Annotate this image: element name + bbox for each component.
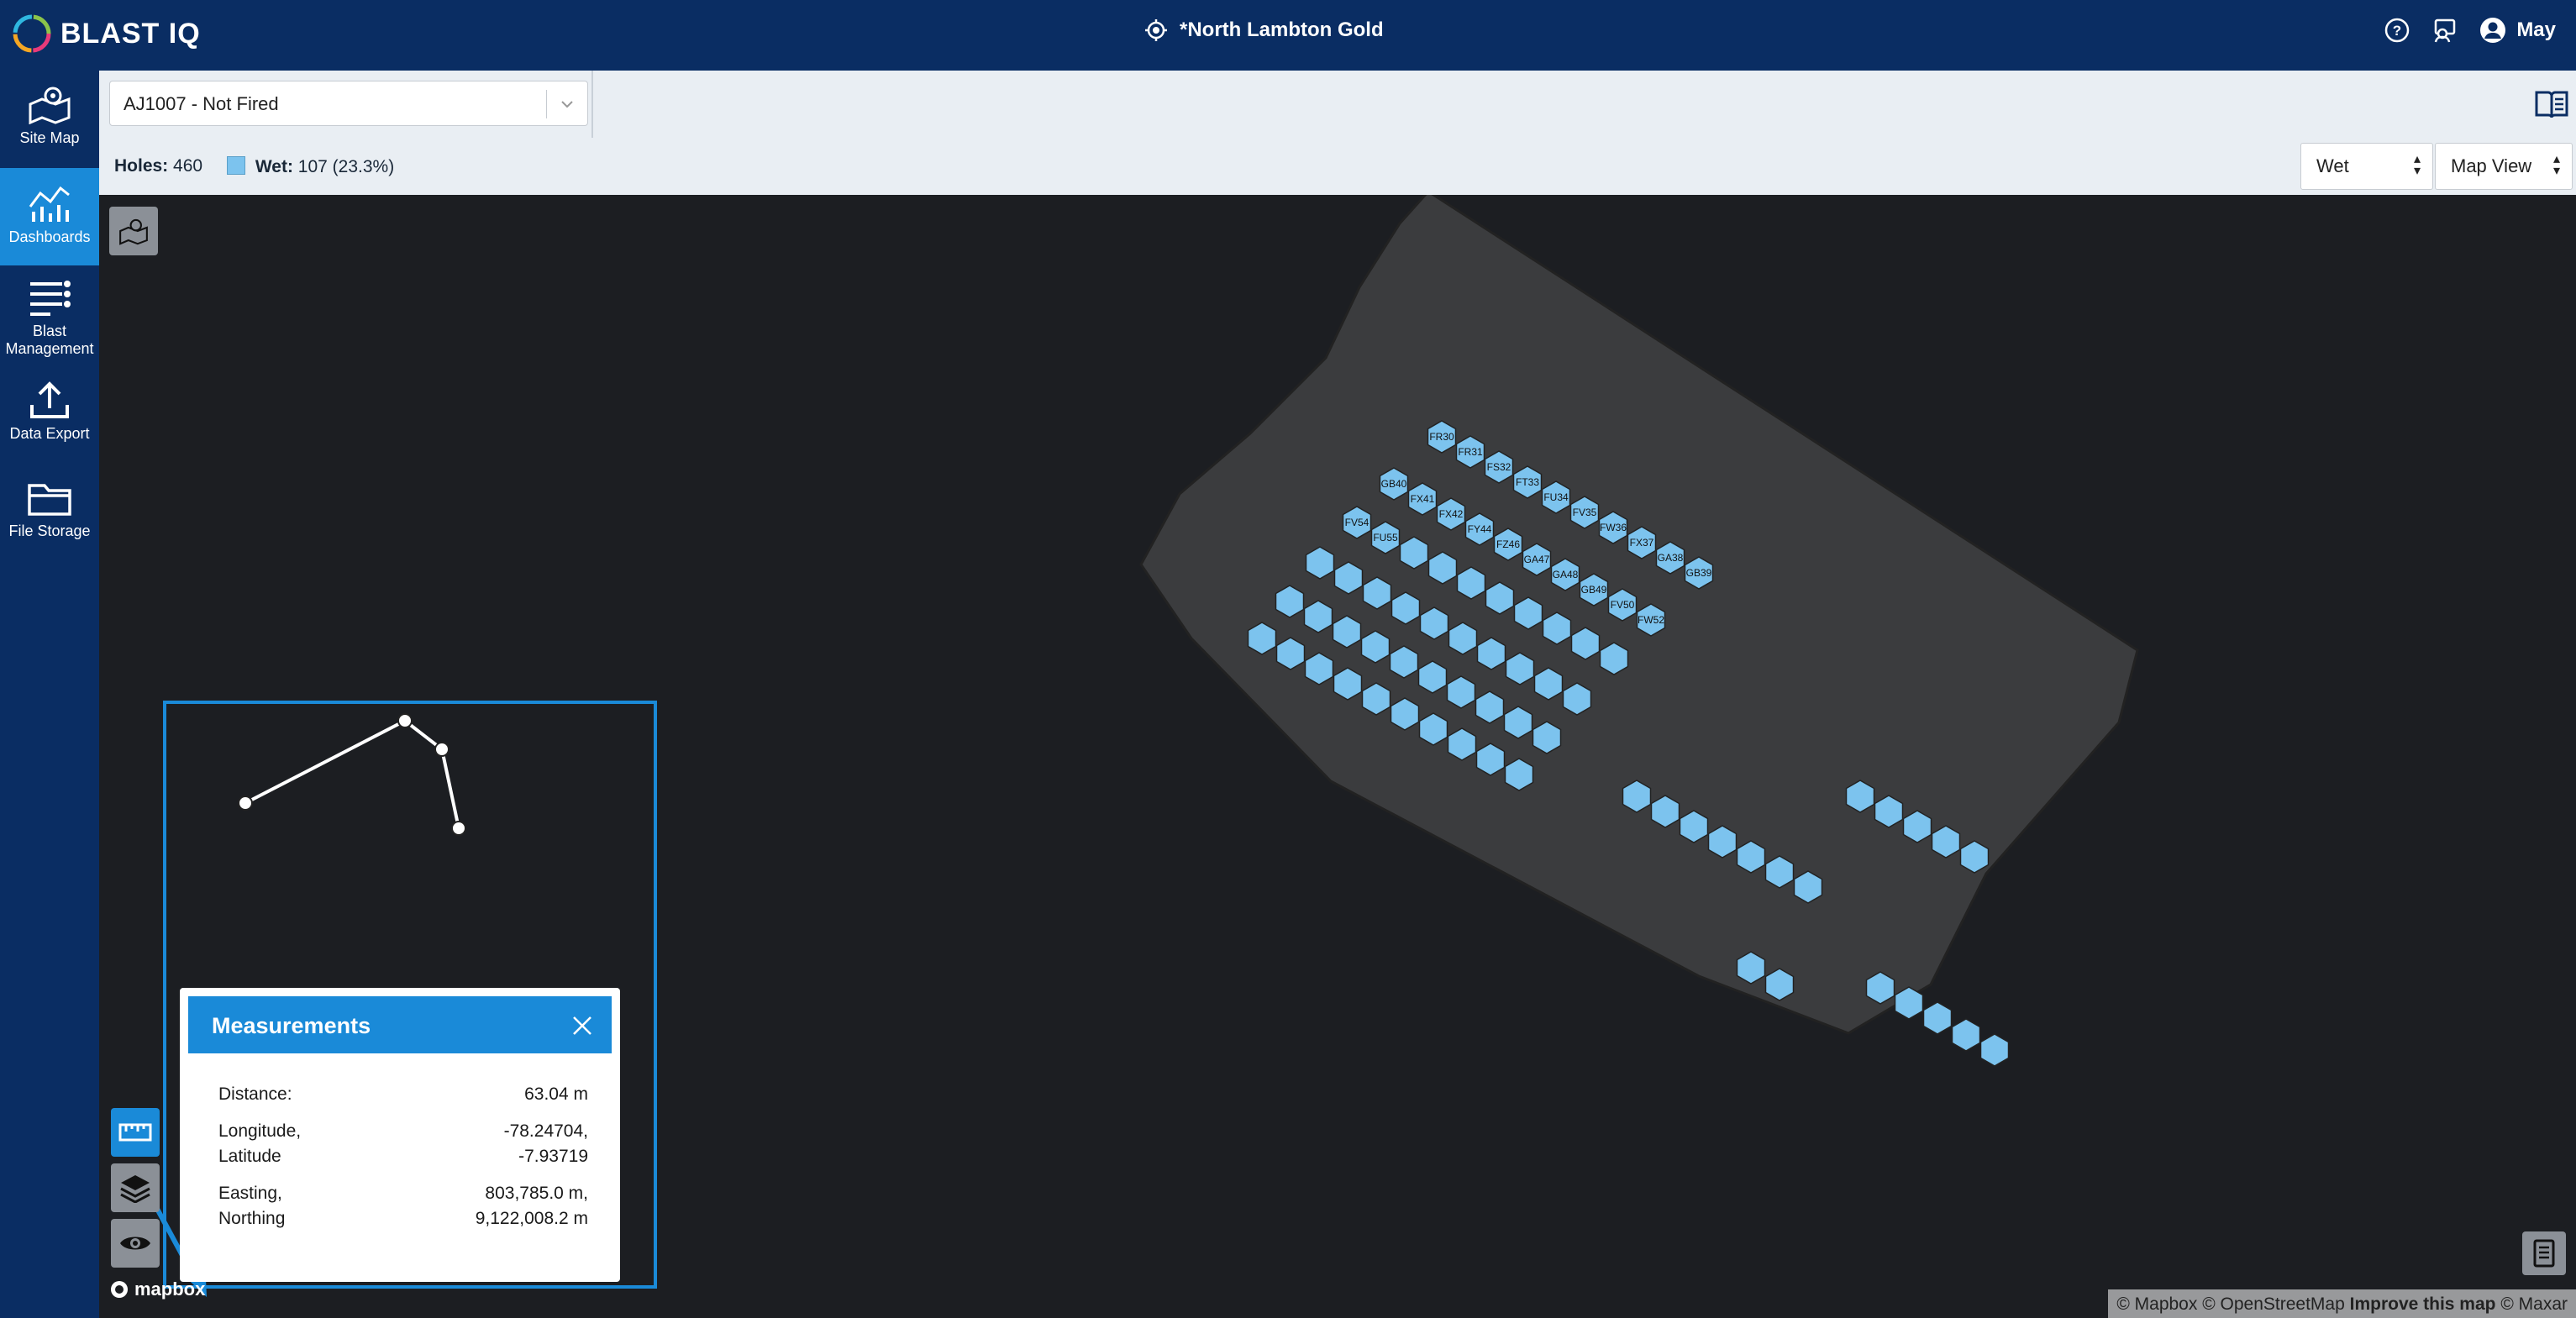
hole-label: FX41 xyxy=(1411,493,1435,505)
sidebar-item-data-export[interactable]: Data Export xyxy=(0,366,99,464)
toolbar-divider xyxy=(591,71,593,138)
site-map-icon xyxy=(119,218,148,245)
hole-label: GA48 xyxy=(1553,569,1579,580)
measurements-header: Measurements xyxy=(188,996,612,1053)
hole-label: FY44 xyxy=(1468,523,1492,535)
measure-point xyxy=(397,713,413,728)
measurements-title: Measurements xyxy=(212,1013,371,1038)
distance-row: Distance: 63.04 m xyxy=(218,1084,588,1104)
lonlat-row: Longitude, Latitude -78.24704, -7.93719 xyxy=(218,1121,588,1166)
sidebar-item-site-map[interactable]: Site Map xyxy=(0,71,99,168)
chevron-down-icon[interactable] xyxy=(559,96,576,113)
open-book-icon[interactable] xyxy=(2534,87,2569,121)
hole-label: GB40 xyxy=(1381,478,1407,490)
hole-label: FT33 xyxy=(1516,476,1539,488)
attribute-select[interactable]: Wet ▴ ▾ xyxy=(2300,143,2433,190)
hole-label: FV54 xyxy=(1345,517,1369,528)
hole-label: FS32 xyxy=(1487,461,1511,473)
wet-hole[interactable] xyxy=(1951,1018,1981,1052)
measure-tool-button[interactable] xyxy=(111,1108,160,1157)
hole-label: GA38 xyxy=(1658,552,1684,564)
site-title[interactable]: *North Lambton Gold xyxy=(1144,18,1384,42)
hole-label: FR31 xyxy=(1458,446,1483,458)
blast-select-value: AJ1007 - Not Fired xyxy=(124,93,279,114)
map-canvas[interactable]: FR30 FR31 FS32 FT33 FU34 FV35 FW36 FX37 GA38 GB39… xyxy=(99,195,2576,1318)
user-name: May xyxy=(2516,18,2556,41)
hole-label: FW52 xyxy=(1638,614,1664,626)
sidebar-item-blast-management[interactable]: Blast Management xyxy=(0,265,99,366)
visibility-button[interactable] xyxy=(111,1219,160,1268)
select-divider xyxy=(546,90,547,118)
blast-select[interactable]: AJ1007 - Not Fired xyxy=(109,81,588,126)
wet-count: Wet: 107 (23.3%) xyxy=(227,156,394,177)
hole-label: FU34 xyxy=(1543,491,1569,503)
hole-label: FX42 xyxy=(1439,508,1464,520)
select-arrows-icon: ▴ ▾ xyxy=(2413,152,2421,178)
sidebar-item-file-storage[interactable]: File Storage xyxy=(0,464,99,561)
hole-label: FR30 xyxy=(1429,431,1454,443)
control-bar: AJ1007 - Not Fired xyxy=(99,71,2576,139)
wet-hole[interactable] xyxy=(1922,1001,1953,1035)
layers-icon xyxy=(120,1175,150,1203)
logo-icon xyxy=(13,14,51,53)
app-logo[interactable]: BLAST IQ xyxy=(12,13,201,54)
sidebar-item-dashboards[interactable]: Dashboards xyxy=(0,168,99,265)
mapbox-icon xyxy=(111,1281,128,1298)
mapbox-logo[interactable]: mapbox xyxy=(109,1279,205,1300)
status-bar: Holes: 460 Wet: 107 (23.3%) Wet ▴ ▾ Map V… xyxy=(99,138,2576,195)
svg-text:?: ? xyxy=(2393,23,2401,39)
hole-label: FZ46 xyxy=(1496,538,1520,550)
upload-icon xyxy=(30,381,69,418)
hole-label: FV35 xyxy=(1573,507,1597,518)
top-bar: BLAST IQ *North Lambton Gold ? May xyxy=(0,0,2576,71)
easting-northing-row: Easting, Northing 803,785.0 m, 9,122,008.2… xyxy=(218,1184,588,1228)
ruler-icon xyxy=(118,1123,152,1142)
hole-label: FX37 xyxy=(1630,537,1654,549)
select-arrows-icon: ▴ ▾ xyxy=(2552,152,2560,178)
site-map-icon xyxy=(29,87,71,124)
help-icon[interactable]: ? xyxy=(2384,17,2410,44)
measure-point xyxy=(238,796,253,811)
measurements-panel: Measurements Distance: 63.04 m Longitude… xyxy=(180,988,620,1282)
map-attribution: © Mapbox © OpenStreetMap Improve this ma… xyxy=(2108,1289,2576,1318)
sidebar: Site Map Dashboards Blast Management Dat… xyxy=(0,71,99,1318)
wet-hole[interactable] xyxy=(1979,1033,2010,1067)
measure-point xyxy=(434,742,449,757)
wet-legend-swatch xyxy=(227,156,245,175)
layers-button[interactable] xyxy=(111,1163,160,1212)
site-title-text: *North Lambton Gold xyxy=(1180,18,1384,41)
view-select[interactable]: Map View ▴ ▾ xyxy=(2435,143,2573,190)
holes-count: Holes: 460 xyxy=(114,156,203,176)
hole-label: GA47 xyxy=(1524,554,1550,565)
close-icon[interactable] xyxy=(571,1015,593,1037)
eye-icon xyxy=(120,1237,150,1250)
measure-point xyxy=(451,821,466,836)
location-target-icon xyxy=(1145,19,1167,41)
map-style-button[interactable] xyxy=(109,207,158,255)
list-icon xyxy=(2533,1239,2555,1268)
hole-label: FV50 xyxy=(1611,599,1635,611)
hole-label: FW36 xyxy=(1600,522,1627,533)
hole-list-button[interactable] xyxy=(2522,1231,2566,1275)
hole-label: GB39 xyxy=(1686,567,1712,579)
user-avatar-icon xyxy=(2480,18,2506,43)
logo-text: BLAST IQ xyxy=(60,17,201,50)
support-icon[interactable] xyxy=(2432,18,2458,43)
blast-management-icon xyxy=(30,281,71,316)
folder-icon xyxy=(28,484,71,516)
hole-label: GB49 xyxy=(1581,584,1607,596)
dashboard-icon xyxy=(29,186,70,222)
user-menu[interactable]: May xyxy=(2479,17,2556,44)
improve-map-link[interactable]: Improve this map xyxy=(2350,1294,2496,1314)
hole-label: FU55 xyxy=(1373,532,1398,543)
